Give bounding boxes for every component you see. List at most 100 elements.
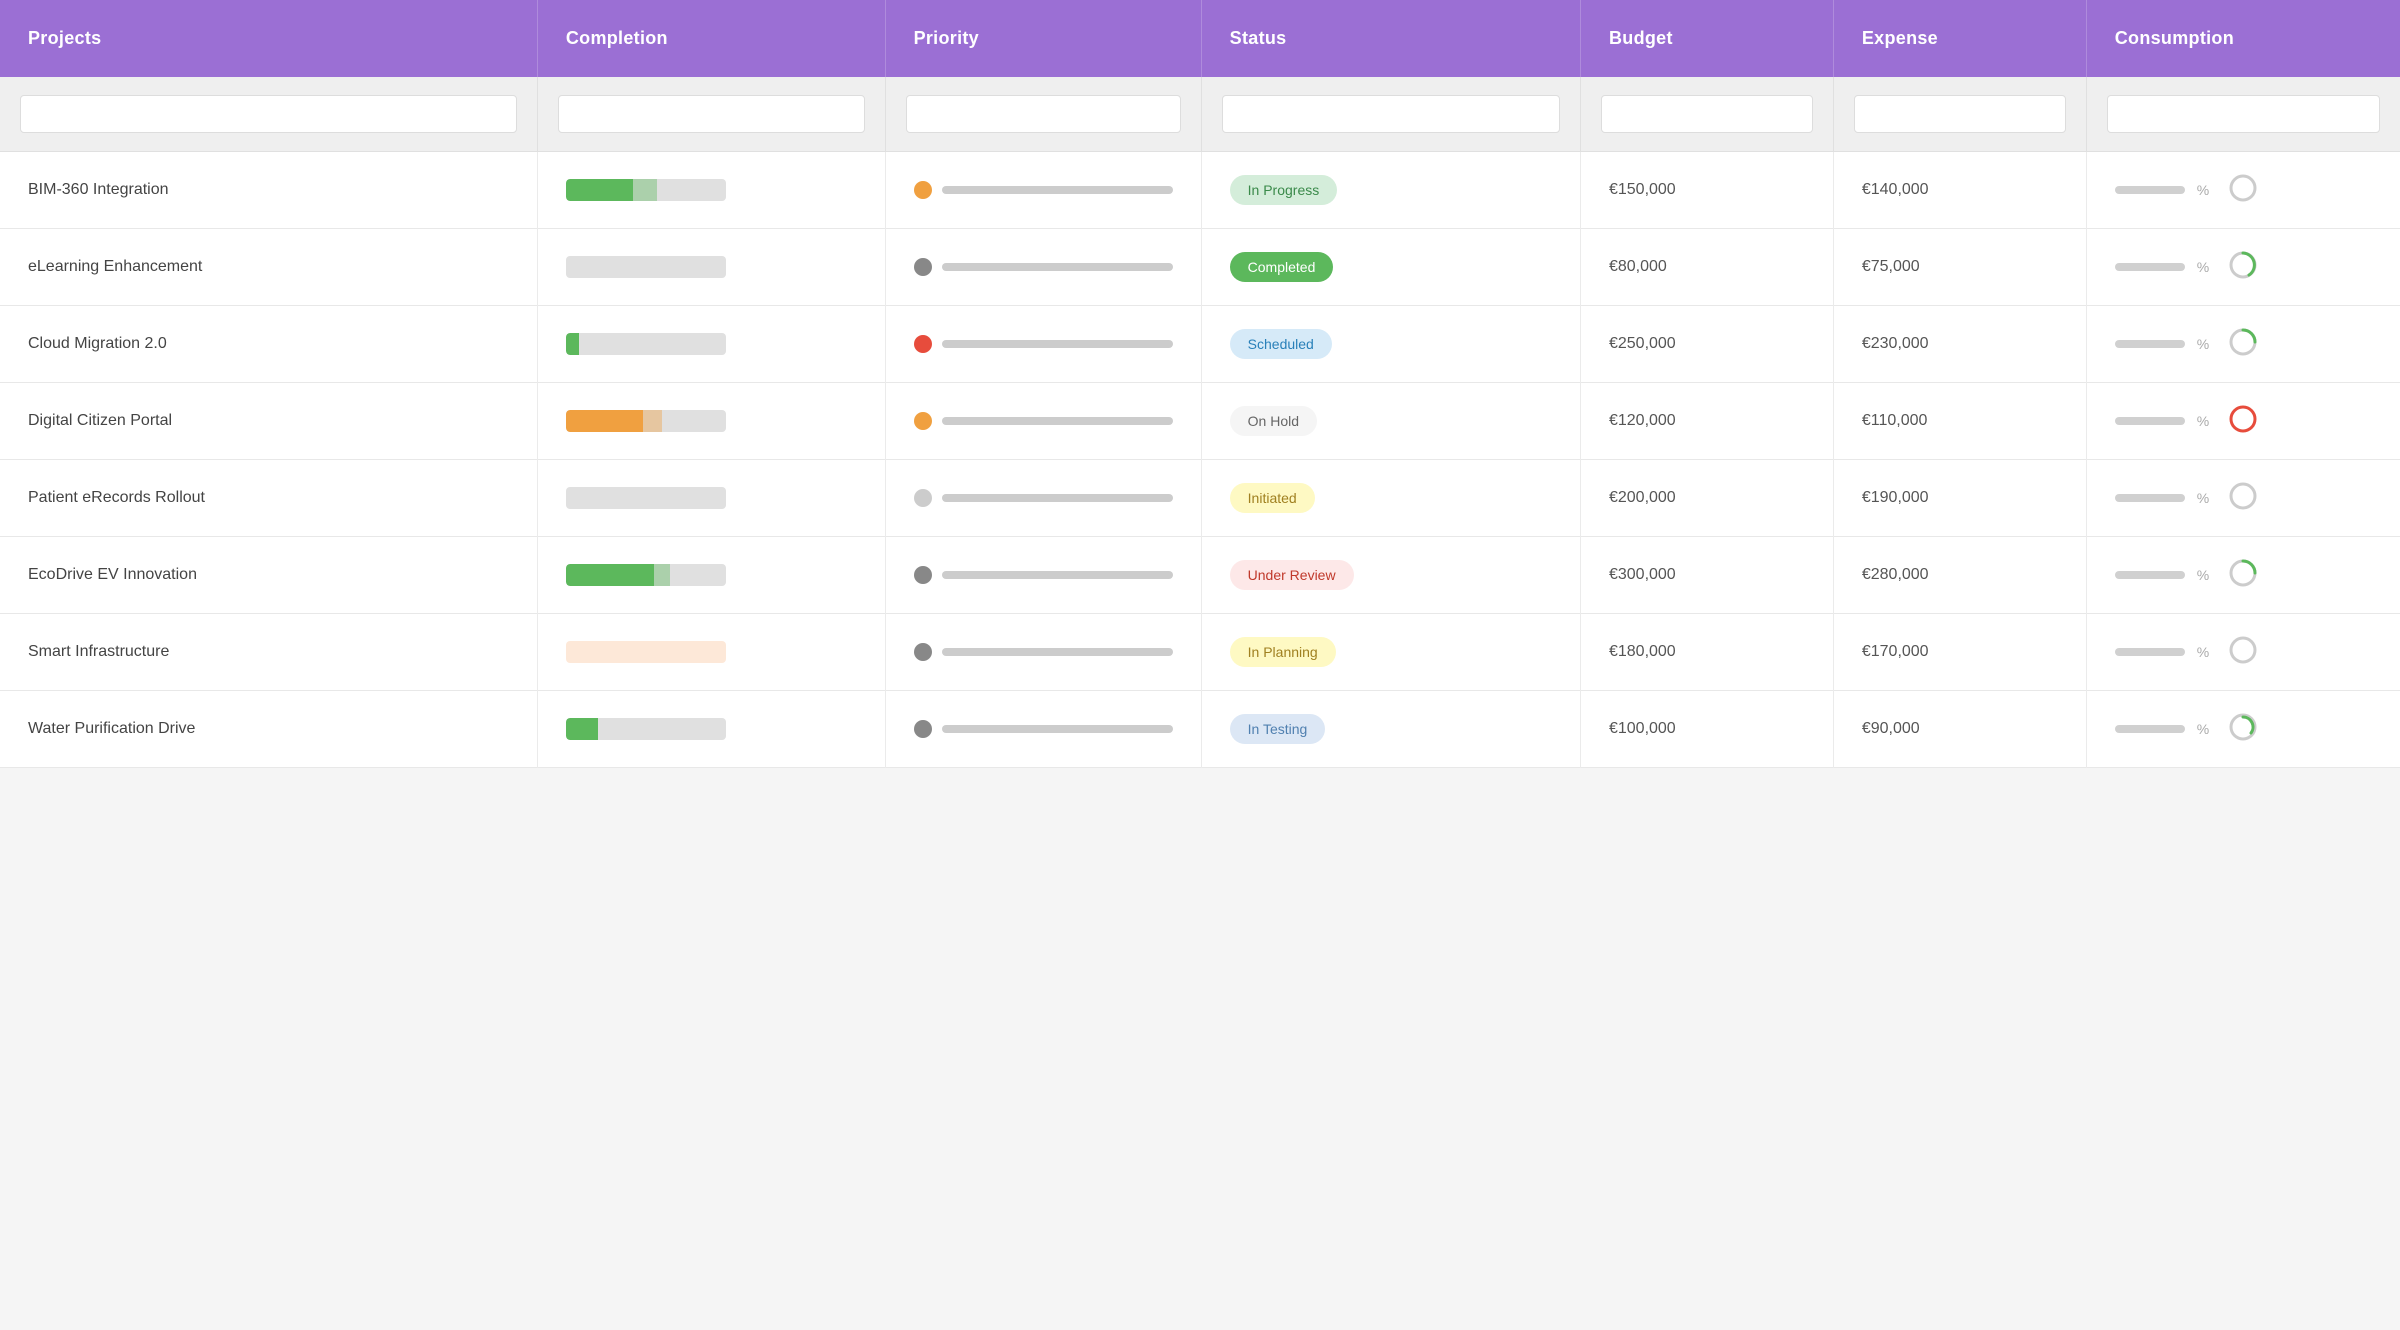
filter-budget[interactable] bbox=[1601, 95, 1813, 133]
filter-row bbox=[0, 77, 2400, 152]
budget-value: €120,000 bbox=[1609, 412, 1676, 429]
budget-value: €250,000 bbox=[1609, 335, 1676, 352]
consumption-pct: % bbox=[2197, 336, 2217, 352]
header-budget: Budget bbox=[1580, 0, 1833, 77]
table-row: EcoDrive EV Innovation Under Review€300,… bbox=[0, 537, 2400, 614]
consumption-cell: % bbox=[2086, 229, 2400, 306]
table-row: Water Purification Drive In Testing€100,… bbox=[0, 691, 2400, 768]
priority-dot bbox=[914, 566, 932, 584]
budget-value: €80,000 bbox=[1609, 258, 1667, 275]
consumption-bar bbox=[2115, 571, 2185, 579]
filter-status[interactable] bbox=[1222, 95, 1560, 133]
priority-content bbox=[914, 181, 1173, 199]
consumption-bar bbox=[2115, 340, 2185, 348]
consumption-content: % bbox=[2115, 636, 2372, 668]
status-badge: In Progress bbox=[1230, 175, 1338, 205]
consumption-bar bbox=[2115, 186, 2185, 194]
table-row: eLearning Enhancement Completed€80,000€7… bbox=[0, 229, 2400, 306]
consumption-bar bbox=[2115, 417, 2185, 425]
priority-bar bbox=[942, 648, 1173, 656]
budget-cell: €100,000 bbox=[1580, 691, 1833, 768]
filter-expense[interactable] bbox=[1854, 95, 2066, 133]
header-status: Status bbox=[1201, 0, 1580, 77]
priority-content bbox=[914, 489, 1173, 507]
consumption-content: % bbox=[2115, 559, 2372, 591]
completion-cell bbox=[537, 691, 885, 768]
consumption-icon bbox=[2229, 713, 2257, 745]
status-cell: In Planning bbox=[1201, 614, 1580, 691]
priority-content bbox=[914, 335, 1173, 353]
header-projects: Projects bbox=[0, 0, 537, 77]
status-cell: In Testing bbox=[1201, 691, 1580, 768]
consumption-content: % bbox=[2115, 174, 2372, 206]
filter-completion[interactable] bbox=[558, 95, 865, 133]
completion-cell bbox=[537, 383, 885, 460]
budget-value: €100,000 bbox=[1609, 720, 1676, 737]
project-name: eLearning Enhancement bbox=[28, 258, 202, 275]
expense-value: €110,000 bbox=[1862, 412, 1928, 429]
status-cell: On Hold bbox=[1201, 383, 1580, 460]
expense-cell: €190,000 bbox=[1833, 460, 2086, 537]
priority-content bbox=[914, 720, 1173, 738]
consumption-bar bbox=[2115, 648, 2185, 656]
consumption-icon bbox=[2229, 405, 2257, 437]
status-cell: Initiated bbox=[1201, 460, 1580, 537]
expense-cell: €280,000 bbox=[1833, 537, 2086, 614]
project-table: Projects Completion Priority Status Budg… bbox=[0, 0, 2400, 768]
budget-cell: €120,000 bbox=[1580, 383, 1833, 460]
project-name: Digital Citizen Portal bbox=[28, 412, 172, 429]
priority-content bbox=[914, 566, 1173, 584]
completion-cell bbox=[537, 537, 885, 614]
priority-cell bbox=[885, 691, 1201, 768]
status-cell: In Progress bbox=[1201, 152, 1580, 229]
project-name-cell: Cloud Migration 2.0 bbox=[0, 306, 537, 383]
status-cell: Under Review bbox=[1201, 537, 1580, 614]
header-row: Projects Completion Priority Status Budg… bbox=[0, 0, 2400, 77]
budget-value: €150,000 bbox=[1609, 181, 1676, 198]
consumption-bar bbox=[2115, 494, 2185, 502]
priority-content bbox=[914, 412, 1173, 430]
budget-cell: €180,000 bbox=[1580, 614, 1833, 691]
priority-cell bbox=[885, 614, 1201, 691]
consumption-icon bbox=[2229, 251, 2257, 283]
consumption-content: % bbox=[2115, 251, 2372, 283]
consumption-cell: % bbox=[2086, 383, 2400, 460]
project-name: Smart Infrastructure bbox=[28, 643, 169, 660]
consumption-icon bbox=[2229, 328, 2257, 360]
status-badge: Scheduled bbox=[1230, 329, 1332, 359]
completion-cell bbox=[537, 460, 885, 537]
filter-projects[interactable] bbox=[20, 95, 517, 133]
table-row: Cloud Migration 2.0 Scheduled€250,000€23… bbox=[0, 306, 2400, 383]
table-row: Digital Citizen Portal On Hold €120,000 €1… bbox=[0, 383, 2400, 460]
consumption-content: % bbox=[2115, 328, 2372, 360]
project-table-wrapper: Projects Completion Priority Status Budg… bbox=[0, 0, 2400, 768]
consumption-pct: % bbox=[2197, 413, 2217, 429]
status-badge: Initiated bbox=[1230, 483, 1315, 513]
filter-consumption[interactable] bbox=[2107, 95, 2380, 133]
priority-dot bbox=[914, 258, 932, 276]
expense-value: €140,000 bbox=[1862, 181, 1929, 198]
status-badge: Under Review bbox=[1230, 560, 1354, 590]
completion-bar bbox=[566, 410, 726, 432]
consumption-pct: % bbox=[2197, 182, 2217, 198]
completion-cell bbox=[537, 152, 885, 229]
priority-dot bbox=[914, 489, 932, 507]
budget-value: €180,000 bbox=[1609, 643, 1676, 660]
completion-bar bbox=[566, 179, 726, 201]
table-row: Smart Infrastructure In Planning €180,000… bbox=[0, 614, 2400, 691]
priority-bar bbox=[942, 494, 1173, 502]
priority-bar bbox=[942, 263, 1173, 271]
status-cell: Completed bbox=[1201, 229, 1580, 306]
consumption-content: % bbox=[2115, 482, 2372, 514]
expense-cell: €140,000 bbox=[1833, 152, 2086, 229]
project-name: Patient eRecords Rollout bbox=[28, 489, 205, 506]
consumption-icon bbox=[2229, 174, 2257, 206]
header-consumption: Consumption bbox=[2086, 0, 2400, 77]
completion-cell bbox=[537, 229, 885, 306]
project-name: BIM-360 Integration bbox=[28, 181, 169, 198]
consumption-icon bbox=[2229, 636, 2257, 668]
priority-content bbox=[914, 258, 1173, 276]
priority-bar bbox=[942, 725, 1173, 733]
project-name-cell: BIM-360 Integration bbox=[0, 152, 537, 229]
filter-priority[interactable] bbox=[906, 95, 1181, 133]
